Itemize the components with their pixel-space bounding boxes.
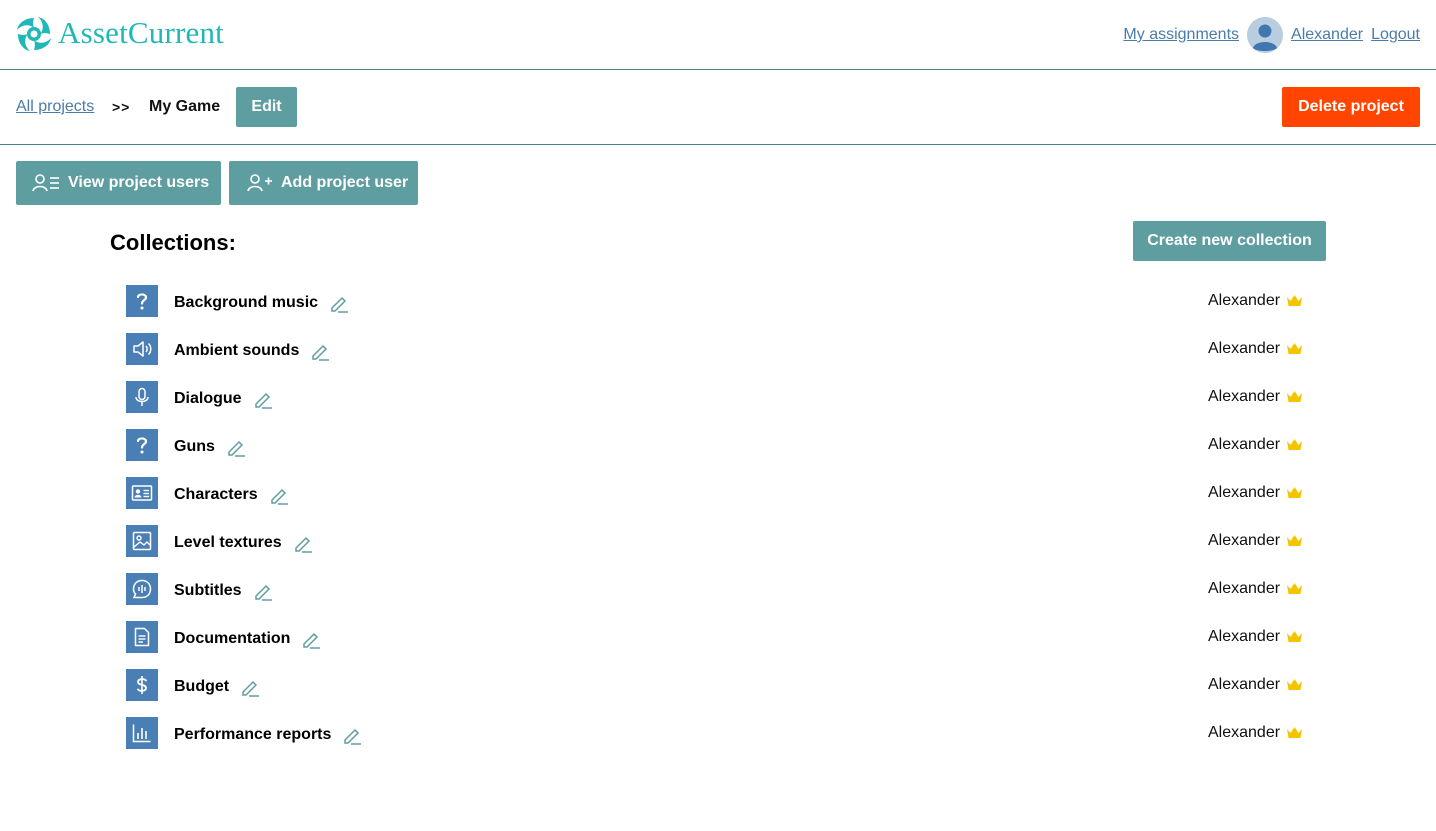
collection-row-subtitles[interactable]: Subtitles Alexander [126, 573, 1306, 621]
crown-icon [1287, 583, 1303, 594]
breadcrumb: All projects >> My Game Edit Delete proj… [0, 70, 1436, 145]
header-nav: My assignments Alexander Logout [1123, 16, 1420, 54]
collection-owner: Alexander [1208, 388, 1281, 405]
collection-owner: Alexander [1208, 724, 1281, 741]
collection-name[interactable]: Guns [174, 438, 215, 456]
collection-name[interactable]: Performance reports [174, 726, 331, 744]
avatar[interactable] [1247, 17, 1284, 53]
document-icon [134, 627, 150, 647]
crown-icon [1287, 295, 1303, 306]
speech-bubble-icon [132, 579, 152, 599]
microphone-icon [135, 387, 149, 406]
view-project-users-button[interactable]: View project users [16, 161, 221, 205]
collection-name[interactable]: Ambient sounds [174, 342, 299, 360]
id-card-icon [131, 485, 153, 501]
pencil-edit-icon[interactable] [252, 388, 274, 410]
collection-name[interactable]: Documentation [174, 630, 290, 648]
delete-project-button[interactable]: Delete project [1282, 87, 1420, 127]
logout-link[interactable]: Logout [1371, 26, 1420, 44]
collection-row-documentation[interactable]: Documentation Alexander [126, 621, 1306, 669]
my-assignments-link[interactable]: My assignments [1123, 26, 1239, 44]
project-title: My Game [149, 98, 221, 115]
question-icon [136, 293, 148, 310]
collection-row-characters[interactable]: Characters Alexander [126, 477, 1306, 525]
collection-owner: Alexander [1208, 436, 1281, 453]
crown-icon [1287, 391, 1303, 402]
add-user-icon [247, 174, 272, 192]
collection-row-guns[interactable]: Guns Alexander [126, 429, 1306, 477]
pencil-edit-icon[interactable] [239, 676, 261, 698]
pencil-edit-icon[interactable] [309, 340, 331, 362]
collections-title: Collections: [110, 230, 236, 255]
collection-owner: Alexander [1208, 676, 1281, 693]
crown-icon [1287, 535, 1303, 546]
username-link[interactable]: Alexander [1291, 26, 1363, 44]
add-project-user-button[interactable]: Add project user [229, 161, 418, 205]
brand-name: AssetCurrent [58, 15, 224, 50]
pencil-edit-icon[interactable] [268, 484, 290, 506]
pencil-edit-icon[interactable] [328, 292, 350, 314]
collection-row-performance-reports[interactable]: Performance reports Alexander [126, 717, 1306, 765]
collections-list: Background music Alexander Ambient sound… [126, 285, 1306, 765]
dollar-icon [137, 676, 147, 694]
collection-name[interactable]: Background music [174, 294, 318, 312]
collection-owner: Alexander [1208, 580, 1281, 597]
bar-chart-icon [132, 724, 151, 743]
collection-name[interactable]: Budget [174, 678, 229, 696]
collection-name[interactable]: Level textures [174, 534, 282, 552]
collection-owner: Alexander [1208, 292, 1281, 309]
breadcrumb-separator: >> [112, 99, 131, 115]
crown-icon [1287, 487, 1303, 498]
collection-row-budget[interactable]: Budget Alexander [126, 669, 1306, 717]
top-header: AssetCurrent My assignments Alexander Lo… [0, 0, 1436, 70]
collection-row-level-textures[interactable]: Level textures Alexander [126, 525, 1306, 573]
collection-row-ambient-sounds[interactable]: Ambient sounds Alexander [126, 333, 1306, 381]
collection-owner: Alexander [1208, 628, 1281, 645]
collection-owner: Alexander [1208, 484, 1281, 501]
collection-name[interactable]: Dialogue [174, 390, 242, 408]
add-project-user-label: Add project user [281, 174, 409, 191]
collection-name[interactable]: Characters [174, 486, 258, 504]
crown-icon [1287, 631, 1303, 642]
collection-row-dialogue[interactable]: Dialogue Alexander [126, 381, 1306, 429]
create-new-collection-button[interactable]: Create new collection [1133, 221, 1326, 261]
collection-name[interactable]: Subtitles [174, 582, 242, 600]
question-icon [136, 437, 148, 454]
collection-row-background-music[interactable]: Background music Alexander [126, 285, 1306, 333]
pencil-edit-icon[interactable] [292, 532, 314, 554]
collection-owner: Alexander [1208, 340, 1281, 357]
crown-icon [1287, 439, 1303, 450]
view-project-users-label: View project users [68, 174, 210, 191]
crown-icon [1287, 727, 1303, 738]
user-list-icon [32, 174, 59, 192]
image-icon [132, 531, 152, 551]
crown-icon [1287, 679, 1303, 690]
edit-project-button[interactable]: Edit [236, 87, 297, 127]
user-avatar-icon [1247, 17, 1284, 53]
pencil-edit-icon[interactable] [300, 628, 322, 650]
collection-owner: Alexander [1208, 532, 1281, 549]
pencil-edit-icon[interactable] [252, 580, 274, 602]
speaker-icon [133, 341, 152, 357]
crown-icon [1287, 343, 1303, 354]
logo-icon [17, 17, 51, 51]
pencil-edit-icon[interactable] [225, 436, 247, 458]
pencil-edit-icon[interactable] [341, 724, 363, 746]
all-projects-link[interactable]: All projects [16, 98, 94, 116]
